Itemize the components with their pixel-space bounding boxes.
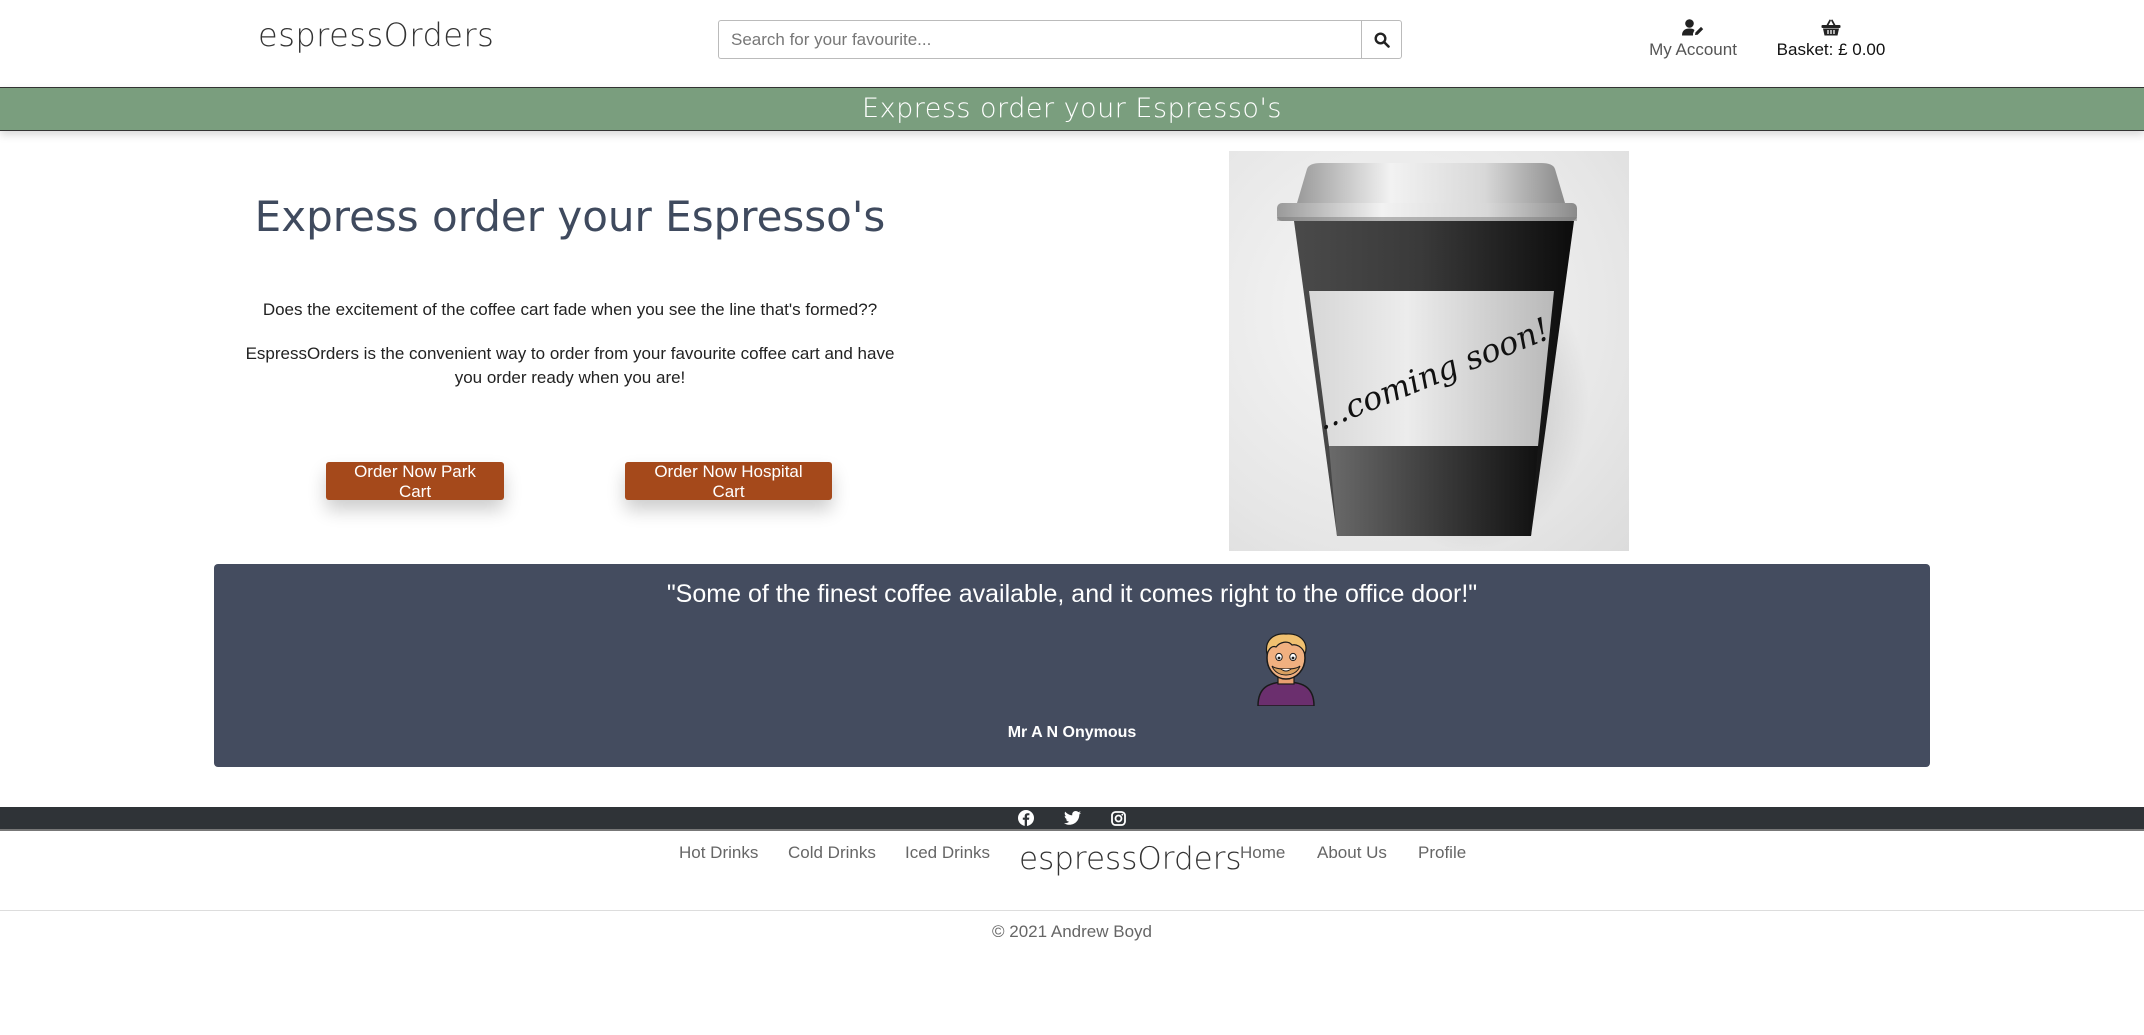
tagline-banner: Express order your Espresso's [0,87,2144,131]
footer-link-profile[interactable]: Profile [1418,843,1466,863]
testimonial-panel: "Some of the finest coffee available, an… [214,564,1930,767]
customer-avatar [1257,633,1315,706]
footer-link-cold-drinks[interactable]: Cold Drinks [788,843,876,863]
instagram-icon[interactable] [1109,809,1127,827]
site-logo[interactable]: espressOrders [258,16,494,54]
order-hospital-cart-button[interactable]: Order Now Hospital Cart [625,462,832,501]
search-input[interactable] [718,20,1361,59]
hero-intro-text: Does the excitement of the coffee cart f… [262,300,878,319]
my-account-label: My Account [1649,40,1737,59]
testimonial-author: Mr A N Onymous [1007,724,1137,741]
basket-icon [1821,19,1841,36]
site-header: espressOrders My Account Basket: £ 0.00 [0,0,2144,87]
coming-soon-cup-image: ...coming soon! [1229,151,1629,551]
twitter-icon[interactable] [1063,809,1081,827]
banner-text: Express order your Espresso's [862,93,1282,124]
search-button[interactable] [1361,20,1402,59]
footer-link-home[interactable]: Home [1240,843,1285,863]
basket-total: Basket: £ 0.00 [1776,40,1886,59]
hero-description-text: EspressOrders is the convenient way to o… [245,344,895,387]
search-bar [718,20,1402,59]
social-links-bar [0,807,2144,831]
footer-nav: Hot Drinks Cold Drinks Iced Drinks espre… [0,833,2144,911]
footer-link-about-us[interactable]: About Us [1317,843,1387,863]
copyright-text: © 2021 Andrew Boyd [992,922,1152,941]
testimonial-quote: "Some of the finest coffee available, an… [666,580,1478,608]
hero-title: Express order your Espresso's [254,192,886,241]
facebook-icon[interactable] [1017,809,1035,827]
search-icon [1373,31,1390,48]
footer-logo[interactable]: espressOrders [1019,841,1242,877]
user-edit-icon [1682,19,1704,36]
footer-link-iced-drinks[interactable]: Iced Drinks [905,843,990,863]
my-account-link[interactable]: My Account [1646,18,1740,60]
order-park-cart-button[interactable]: Order Now Park Cart [326,462,504,501]
footer-link-hot-drinks[interactable]: Hot Drinks [679,843,758,863]
basket-link[interactable]: Basket: £ 0.00 [1776,18,1886,60]
